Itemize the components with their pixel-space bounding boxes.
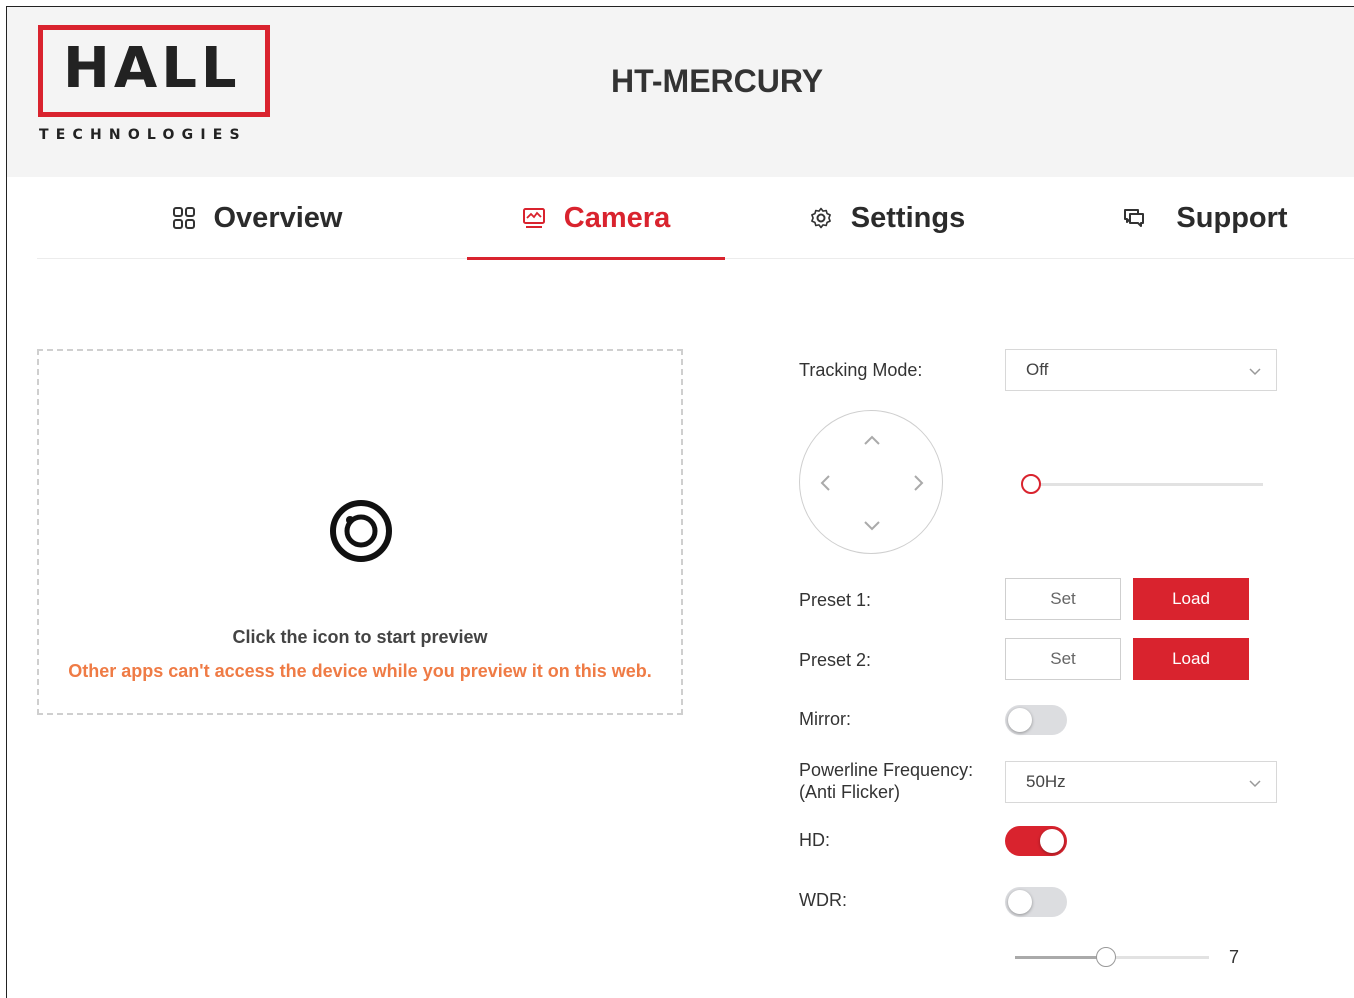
hd-label: HD:: [799, 830, 830, 850]
ptz-direction-pad: [799, 410, 943, 554]
logo-word: HALL: [63, 36, 241, 101]
zoom-slider-track[interactable]: [1031, 483, 1263, 486]
main-tabs: Overview Camera Settings Support: [37, 177, 1354, 260]
preset-2-load-button[interactable]: Load: [1133, 638, 1249, 680]
gear-icon: [810, 207, 831, 229]
mirror-toggle[interactable]: [1005, 705, 1067, 735]
preset-2-set-button[interactable]: Set: [1005, 638, 1121, 680]
header: HALL TECHNOLOGIES HT-MERCURY: [7, 7, 1354, 177]
tracking-mode-label: Tracking Mode:: [799, 360, 923, 380]
tab-label: Settings: [850, 201, 966, 234]
wdr-level-thumb[interactable]: [1096, 947, 1117, 967]
grid-icon: [172, 207, 195, 229]
camera-preview-area: Click the icon to start preview Other ap…: [37, 349, 683, 715]
pan-down-icon[interactable]: [860, 513, 884, 537]
pan-up-icon[interactable]: [860, 429, 884, 453]
preset-1-label: Preset 1:: [799, 590, 872, 610]
tab-label: Support: [1176, 201, 1288, 234]
tab-settings[interactable]: Settings: [797, 177, 977, 259]
wdr-level-fill: [1015, 956, 1107, 959]
logo-subtitle: TECHNOLOGIES: [39, 127, 247, 143]
hd-toggle[interactable]: [1005, 826, 1067, 856]
preset-1-load-button[interactable]: Load: [1133, 578, 1249, 620]
tracking-mode-select[interactable]: Off: [1005, 349, 1277, 391]
preview-hint: Click the icon to start preview: [232, 627, 488, 647]
monitor-icon: [522, 208, 545, 228]
powerline-label-line1: Powerline Frequency:: [799, 760, 974, 780]
pan-right-icon[interactable]: [906, 471, 930, 495]
powerline-label-line2: (Anti Flicker): [799, 782, 901, 802]
hall-technologies-logo: HALL TECHNOLOGIES: [37, 23, 277, 151]
preset-2-label: Preset 2:: [799, 650, 872, 670]
toggle-knob: [1008, 708, 1032, 732]
toggle-knob: [1008, 890, 1032, 914]
chat-icon: [1124, 209, 1145, 227]
tracking-mode-value: Off: [1026, 360, 1049, 379]
app-window: HALL TECHNOLOGIES HT-MERCURY Overview Ca…: [6, 6, 1354, 998]
tab-label: Overview: [213, 201, 343, 234]
pan-left-icon[interactable]: [814, 471, 838, 495]
wdr-toggle[interactable]: [1005, 887, 1067, 917]
tab-support[interactable]: Support: [1105, 177, 1305, 259]
toggle-knob: [1040, 829, 1064, 853]
mirror-label: Mirror:: [799, 709, 851, 729]
tab-overview[interactable]: Overview: [167, 177, 347, 259]
preset-1-set-button[interactable]: Set: [1005, 578, 1121, 620]
camera-lens-icon[interactable]: [327, 497, 395, 565]
chevron-down-icon: [1249, 780, 1261, 788]
chevron-down-icon: [1249, 368, 1261, 376]
tab-label: Camera: [563, 201, 671, 234]
wdr-label: WDR:: [799, 890, 847, 910]
powerline-frequency-value: 50Hz: [1026, 772, 1066, 791]
powerline-frequency-select[interactable]: 50Hz: [1005, 761, 1277, 803]
preview-warning: Other apps can't access the device while…: [68, 661, 652, 681]
device-title: HT-MERCURY: [611, 63, 824, 99]
tab-camera[interactable]: Camera: [467, 177, 725, 260]
zoom-slider-thumb[interactable]: [1021, 474, 1041, 494]
powerline-label: Powerline Frequency: (Anti Flicker): [799, 759, 973, 803]
wdr-level-value: 7: [1229, 947, 1240, 967]
